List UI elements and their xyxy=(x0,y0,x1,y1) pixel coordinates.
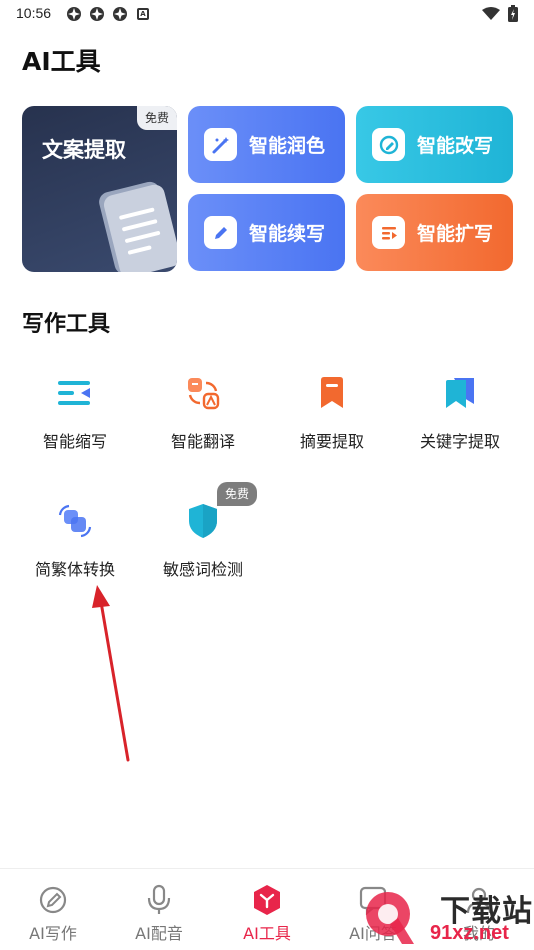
document-icon xyxy=(99,181,177,272)
item-label: 摘要提取 xyxy=(299,432,364,451)
translate-icon xyxy=(182,372,224,414)
expand-text-icon xyxy=(372,216,405,249)
app-notification-icon xyxy=(66,6,82,22)
smart-rewrite-card[interactable]: 智能改写 xyxy=(356,106,513,183)
watermark-logo-icon xyxy=(366,892,414,944)
nav-ai-voice[interactable]: AI配音 xyxy=(114,883,204,944)
item-label: 关键字提取 xyxy=(419,432,500,451)
smart-continue-card[interactable]: 智能续写 xyxy=(188,194,345,271)
nav-label: AI工具 xyxy=(243,924,291,943)
shield-icon xyxy=(182,500,224,542)
magic-wand-icon xyxy=(204,128,237,161)
item-label: 简繁体转换 xyxy=(34,560,115,579)
microphone-icon xyxy=(142,883,176,917)
a-notification-icon: A xyxy=(135,6,151,22)
battery-icon xyxy=(508,5,518,26)
nav-ai-writing[interactable]: AI写作 xyxy=(8,883,98,944)
wifi-icon xyxy=(482,6,500,25)
free-badge: 免费 xyxy=(136,106,177,130)
free-badge: 免费 xyxy=(217,482,258,506)
item-label: 智能翻译 xyxy=(170,432,235,451)
bookmarks-icon xyxy=(439,372,481,414)
nav-ai-tools[interactable]: AI工具 xyxy=(222,883,312,944)
card-title: 文案提取 xyxy=(42,138,126,162)
smart-translate-item[interactable]: 智能翻译 xyxy=(138,372,268,452)
nav-label: AI写作 xyxy=(29,924,77,943)
status-notifications: A xyxy=(66,6,151,22)
keyword-extract-item[interactable]: 关键字提取 xyxy=(395,372,525,452)
pencil-icon xyxy=(204,216,237,249)
watermark-url: 91xz.net xyxy=(430,922,509,944)
smart-expand-card[interactable]: 智能扩写 xyxy=(356,194,513,271)
edit-circle-icon xyxy=(372,128,405,161)
nav-label: AI配音 xyxy=(135,924,183,943)
sensitive-word-detect-item[interactable]: 敏感词检测 xyxy=(138,500,268,580)
card-label: 智能改写 xyxy=(417,135,494,157)
site-watermark: 下载站 91xz.net xyxy=(360,884,534,950)
summary-extract-item[interactable]: 摘要提取 xyxy=(267,372,397,452)
app-notification-icon xyxy=(112,6,128,22)
simplified-traditional-convert-item[interactable]: 简繁体转换 xyxy=(10,500,140,580)
item-label: 敏感词检测 xyxy=(162,560,243,579)
smart-polish-card[interactable]: 智能润色 xyxy=(188,106,345,183)
quill-icon xyxy=(36,883,70,917)
text-extraction-card[interactable]: 文案提取 免费 xyxy=(22,106,177,272)
status-bar: 10:56 A xyxy=(0,0,534,28)
section-title: 写作工具 xyxy=(22,312,111,337)
smart-abbreviate-item[interactable]: 智能缩写 xyxy=(10,372,140,452)
card-label: 智能扩写 xyxy=(417,223,494,245)
card-label: 智能润色 xyxy=(249,135,326,157)
bookmark-icon xyxy=(311,372,353,414)
status-time: 10:56 xyxy=(16,5,52,21)
item-label: 智能缩写 xyxy=(42,432,107,451)
card-label: 智能续写 xyxy=(249,223,326,245)
convert-icon xyxy=(54,500,96,542)
status-system xyxy=(482,5,518,26)
shrink-text-icon xyxy=(54,372,96,414)
tools-cube-icon xyxy=(250,883,284,917)
page-title: AI工具 xyxy=(22,47,101,76)
app-notification-icon xyxy=(89,6,105,22)
